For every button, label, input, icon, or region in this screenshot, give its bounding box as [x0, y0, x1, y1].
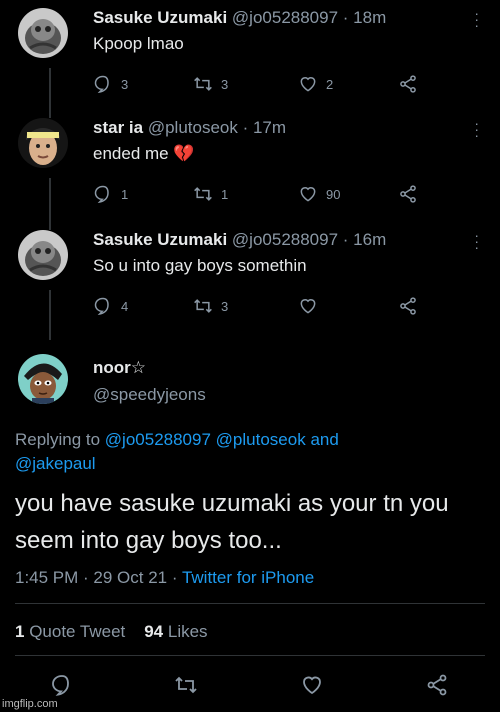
handle-time: @jo05288097 · 16m: [231, 230, 387, 249]
retweet-button[interactable]: 3: [193, 74, 228, 94]
likes-count[interactable]: 94: [144, 622, 163, 641]
retweet-icon: [194, 299, 212, 313]
share-button[interactable]: [398, 184, 426, 204]
tweet-meta: 1:45 PM · 29 Oct 21 · Twitter for iPhone: [15, 568, 314, 588]
divider: [15, 655, 485, 656]
main-actions: [0, 673, 500, 703]
tweet-header: Sasuke Uzumaki @jo05288097 · 16m: [93, 230, 386, 250]
retweet-icon: [194, 187, 212, 201]
mention-and: and: [310, 430, 339, 449]
watermark: imgflip.com: [2, 698, 58, 710]
replying-to: Replying to @jo05288097 @plutoseok and @…: [15, 428, 485, 476]
share-button[interactable]: [398, 296, 426, 316]
like-button[interactable]: [298, 296, 326, 316]
tweet-actions: 1 1 90: [93, 184, 433, 206]
handle-time: @plutoseok · 17m: [147, 118, 287, 137]
tweet-text: you have sasuke uzumaki as your tn you s…: [15, 490, 449, 554]
thread-line: [49, 178, 51, 230]
reply-icon: [94, 297, 109, 316]
avatar[interactable]: [18, 8, 68, 58]
tweet-text: ended me 💔: [93, 144, 195, 163]
like-icon: [300, 77, 316, 92]
display-name[interactable]: Sasuke Uzumaki: [93, 230, 227, 249]
reply-button[interactable]: 1: [93, 184, 128, 204]
handle[interactable]: @speedyjeons: [93, 385, 206, 405]
like-button[interactable]: 90: [298, 184, 340, 204]
mention-link[interactable]: @jakepaul: [15, 454, 96, 473]
retweet-count: 3: [221, 298, 229, 314]
reply-icon: [94, 75, 109, 94]
likes-label[interactable]: Likes: [168, 622, 208, 641]
thread-line: [49, 68, 51, 118]
share-icon[interactable]: [425, 673, 449, 697]
mention-link[interactable]: @plutoseok: [216, 430, 306, 449]
timestamp[interactable]: 1:45 PM · 29 Oct 21 ·: [15, 568, 178, 587]
display-name[interactable]: Sasuke Uzumaki: [93, 8, 227, 27]
display-name[interactable]: star ia: [93, 118, 143, 137]
tweet-text: So u into gay boys somethin: [93, 256, 307, 275]
tweet-actions: 3 3 2: [93, 74, 433, 96]
share-icon: [400, 297, 416, 315]
reply-button[interactable]: 3: [93, 74, 128, 94]
like-count: 2: [326, 76, 334, 92]
client-link[interactable]: Twitter for iPhone: [182, 568, 314, 587]
retweet-count: 1: [221, 186, 229, 202]
share-icon: [400, 185, 416, 203]
more-icon[interactable]: · · ·: [474, 228, 480, 254]
share-button[interactable]: [398, 74, 426, 94]
reply-icon[interactable]: [50, 673, 74, 697]
quote-label[interactable]: Quote Tweet: [29, 622, 125, 641]
share-icon: [400, 75, 416, 93]
like-icon[interactable]: [300, 673, 324, 697]
mention-link[interactable]: @jo05288097: [105, 430, 211, 449]
like-button[interactable]: 2: [298, 74, 333, 94]
retweet-icon[interactable]: [174, 673, 198, 697]
retweet-button[interactable]: 1: [193, 184, 228, 204]
avatar[interactable]: [18, 354, 68, 404]
reply-count: 1: [121, 186, 129, 202]
divider: [15, 603, 485, 604]
like-icon: [300, 299, 316, 314]
replying-prefix: Replying to: [15, 430, 101, 449]
tweet-header: star ia @plutoseok · 17m: [93, 118, 286, 138]
tweet-text: Kpoop lmao: [93, 34, 184, 53]
reply-icon: [94, 185, 109, 204]
thread-line: [49, 290, 51, 340]
quote-count[interactable]: 1: [15, 622, 24, 641]
tweet-header: Sasuke Uzumaki @jo05288097 · 18m: [93, 8, 386, 28]
avatar[interactable]: [18, 118, 68, 168]
retweet-button[interactable]: 3: [193, 296, 228, 316]
reply-count: 4: [121, 298, 129, 314]
display-name[interactable]: noor☆: [93, 358, 146, 378]
like-count: 90: [326, 186, 341, 202]
avatar[interactable]: [18, 230, 68, 280]
retweet-icon: [194, 77, 212, 91]
retweet-count: 3: [221, 76, 229, 92]
more-icon[interactable]: · · ·: [474, 116, 480, 142]
handle-time: @jo05288097 · 18m: [231, 8, 387, 27]
tweet-actions: 4 3: [93, 296, 433, 318]
tweet-stats: 1 Quote Tweet 94 Likes: [15, 622, 208, 642]
more-icon[interactable]: · · ·: [474, 6, 480, 32]
reply-count: 3: [121, 76, 129, 92]
like-icon: [300, 187, 316, 202]
reply-button[interactable]: 4: [93, 296, 128, 316]
